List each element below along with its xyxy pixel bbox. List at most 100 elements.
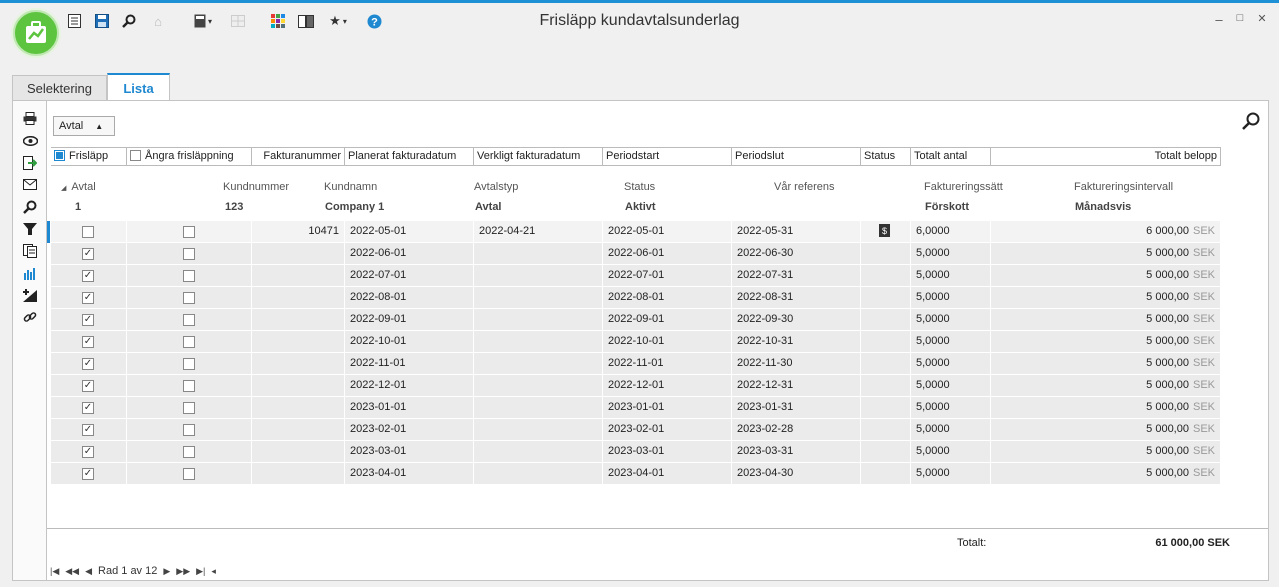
collapse-triangle-icon[interactable]: ◢ [61, 185, 66, 192]
print-icon[interactable] [22, 112, 38, 128]
cell-actual[interactable] [474, 397, 603, 419]
maximize-button[interactable]: □ [1233, 12, 1247, 24]
prev-page-fast-icon[interactable]: ◀◀ [65, 566, 79, 577]
cell-status-icon[interactable] [861, 375, 911, 397]
cell-planned[interactable]: 2022-06-01 [345, 243, 474, 265]
cell-start[interactable]: 2023-02-01 [603, 419, 732, 441]
group-by-dropdown[interactable]: Avtal ▲ [53, 116, 115, 136]
view-eye-icon[interactable] [22, 134, 38, 150]
cell-start[interactable]: 2022-05-01 [603, 221, 732, 243]
cell-end[interactable]: 2022-10-31 [732, 331, 861, 353]
chart-icon[interactable] [22, 266, 38, 282]
next-page-fast-icon[interactable]: ▶▶ [176, 566, 190, 577]
cell-planned[interactable]: 2023-04-01 [345, 463, 474, 485]
table-row[interactable]: ✓ 2023-03-01 2023-03-01 2023-03-31 5,0000 5 0… [51, 441, 1221, 463]
release-checkbox[interactable]: ✓ [82, 424, 94, 436]
release-checkbox[interactable]: ✓ [82, 468, 94, 480]
table-row[interactable]: ✓ 2023-02-01 2023-02-01 2023-02-28 5,0000 5 0… [51, 419, 1221, 441]
cell-actual[interactable] [474, 265, 603, 287]
cell-status-icon[interactable] [861, 309, 911, 331]
col-fakturanummer[interactable]: Fakturanummer [252, 148, 345, 165]
grid-search-icon[interactable] [1242, 112, 1260, 135]
col-status[interactable]: Status [861, 148, 911, 165]
release-all-checkbox[interactable] [54, 150, 65, 161]
cell-invoice-no[interactable] [252, 287, 345, 309]
cell-qty[interactable]: 6,0000 [911, 221, 991, 243]
cell-actual[interactable] [474, 419, 603, 441]
cell-actual[interactable] [474, 309, 603, 331]
col-totalt-antal[interactable]: Totalt antal [911, 148, 991, 165]
release-checkbox[interactable] [82, 226, 94, 238]
prev-row-icon[interactable]: ◀ [85, 566, 92, 577]
table-row[interactable]: ✓ 2023-04-01 2023-04-01 2023-04-30 5,0000 5 0… [51, 463, 1221, 485]
cell-qty[interactable]: 5,0000 [911, 309, 991, 331]
cell-end[interactable]: 2022-05-31 [732, 221, 861, 243]
cell-status-icon[interactable] [861, 353, 911, 375]
col-verkligt[interactable]: Verkligt fakturadatum [474, 148, 603, 165]
undo-release-checkbox[interactable] [183, 402, 195, 414]
undo-release-checkbox[interactable] [183, 248, 195, 260]
cell-actual[interactable]: 2022-04-21 [474, 221, 603, 243]
minimize-button[interactable]: – [1212, 12, 1226, 27]
cell-planned[interactable]: 2022-12-01 [345, 375, 474, 397]
cell-invoice-no[interactable]: 10471 [252, 221, 345, 243]
cell-amount[interactable]: 5 000,00 SEK [991, 265, 1221, 287]
cell-status-icon[interactable] [861, 463, 911, 485]
cell-qty[interactable]: 5,0000 [911, 463, 991, 485]
first-page-icon[interactable]: |◀ [50, 566, 59, 577]
cell-actual[interactable] [474, 441, 603, 463]
undo-release-checkbox[interactable] [183, 424, 195, 436]
cell-planned[interactable]: 2022-11-01 [345, 353, 474, 375]
col-periodstart[interactable]: Periodstart [603, 148, 732, 165]
cell-amount[interactable]: 5 000,00 SEK [991, 331, 1221, 353]
link-icon[interactable] [22, 310, 38, 326]
cell-actual[interactable] [474, 243, 603, 265]
cell-qty[interactable]: 5,0000 [911, 397, 991, 419]
undo-release-checkbox[interactable] [183, 446, 195, 458]
search-icon[interactable] [22, 200, 38, 216]
cell-planned[interactable]: 2022-10-01 [345, 331, 474, 353]
cell-status-icon[interactable] [861, 419, 911, 441]
cell-start[interactable]: 2023-03-01 [603, 441, 732, 463]
cell-actual[interactable] [474, 375, 603, 397]
release-checkbox[interactable]: ✓ [82, 248, 94, 260]
release-checkbox[interactable]: ✓ [82, 336, 94, 348]
release-checkbox[interactable]: ✓ [82, 380, 94, 392]
cell-end[interactable]: 2023-02-28 [732, 419, 861, 441]
email-icon[interactable] [22, 178, 38, 194]
cell-end[interactable]: 2022-12-31 [732, 375, 861, 397]
cell-end[interactable]: 2022-08-31 [732, 287, 861, 309]
cell-end[interactable]: 2022-07-31 [732, 265, 861, 287]
cell-start[interactable]: 2022-07-01 [603, 265, 732, 287]
export-icon[interactable] [22, 156, 38, 172]
cell-amount[interactable]: 5 000,00 SEK [991, 397, 1221, 419]
table-row[interactable]: ✓ 2023-01-01 2023-01-01 2023-01-31 5,0000 5 0… [51, 397, 1221, 419]
cell-amount[interactable]: 5 000,00 SEK [991, 287, 1221, 309]
cell-amount[interactable]: 5 000,00 SEK [991, 243, 1221, 265]
cell-invoice-no[interactable] [252, 375, 345, 397]
cell-qty[interactable]: 5,0000 [911, 441, 991, 463]
cell-invoice-no[interactable] [252, 397, 345, 419]
col-planerat[interactable]: Planerat fakturadatum [345, 148, 474, 165]
cell-invoice-no[interactable] [252, 463, 345, 485]
cell-qty[interactable]: 5,0000 [911, 419, 991, 441]
cell-qty[interactable]: 5,0000 [911, 331, 991, 353]
cell-planned[interactable]: 2023-03-01 [345, 441, 474, 463]
table-row[interactable]: ✓ 2022-06-01 2022-06-01 2022-06-30 5,0000 5 0… [51, 243, 1221, 265]
cell-start[interactable]: 2022-12-01 [603, 375, 732, 397]
cell-amount[interactable]: 5 000,00 SEK [991, 375, 1221, 397]
cell-amount[interactable]: 5 000,00 SEK [991, 419, 1221, 441]
undo-release-checkbox[interactable] [183, 380, 195, 392]
filter-icon[interactable] [22, 222, 38, 238]
release-checkbox[interactable]: ✓ [82, 402, 94, 414]
cell-amount[interactable]: 6 000,00 SEK [991, 221, 1221, 243]
last-page-icon[interactable]: ▶| [196, 566, 205, 577]
cell-actual[interactable] [474, 463, 603, 485]
undo-release-checkbox[interactable] [183, 270, 195, 282]
undo-release-checkbox[interactable] [183, 468, 195, 480]
cell-invoice-no[interactable] [252, 265, 345, 287]
cell-start[interactable]: 2022-11-01 [603, 353, 732, 375]
cell-amount[interactable]: 5 000,00 SEK [991, 309, 1221, 331]
undo-release-checkbox[interactable] [183, 336, 195, 348]
cell-actual[interactable] [474, 287, 603, 309]
